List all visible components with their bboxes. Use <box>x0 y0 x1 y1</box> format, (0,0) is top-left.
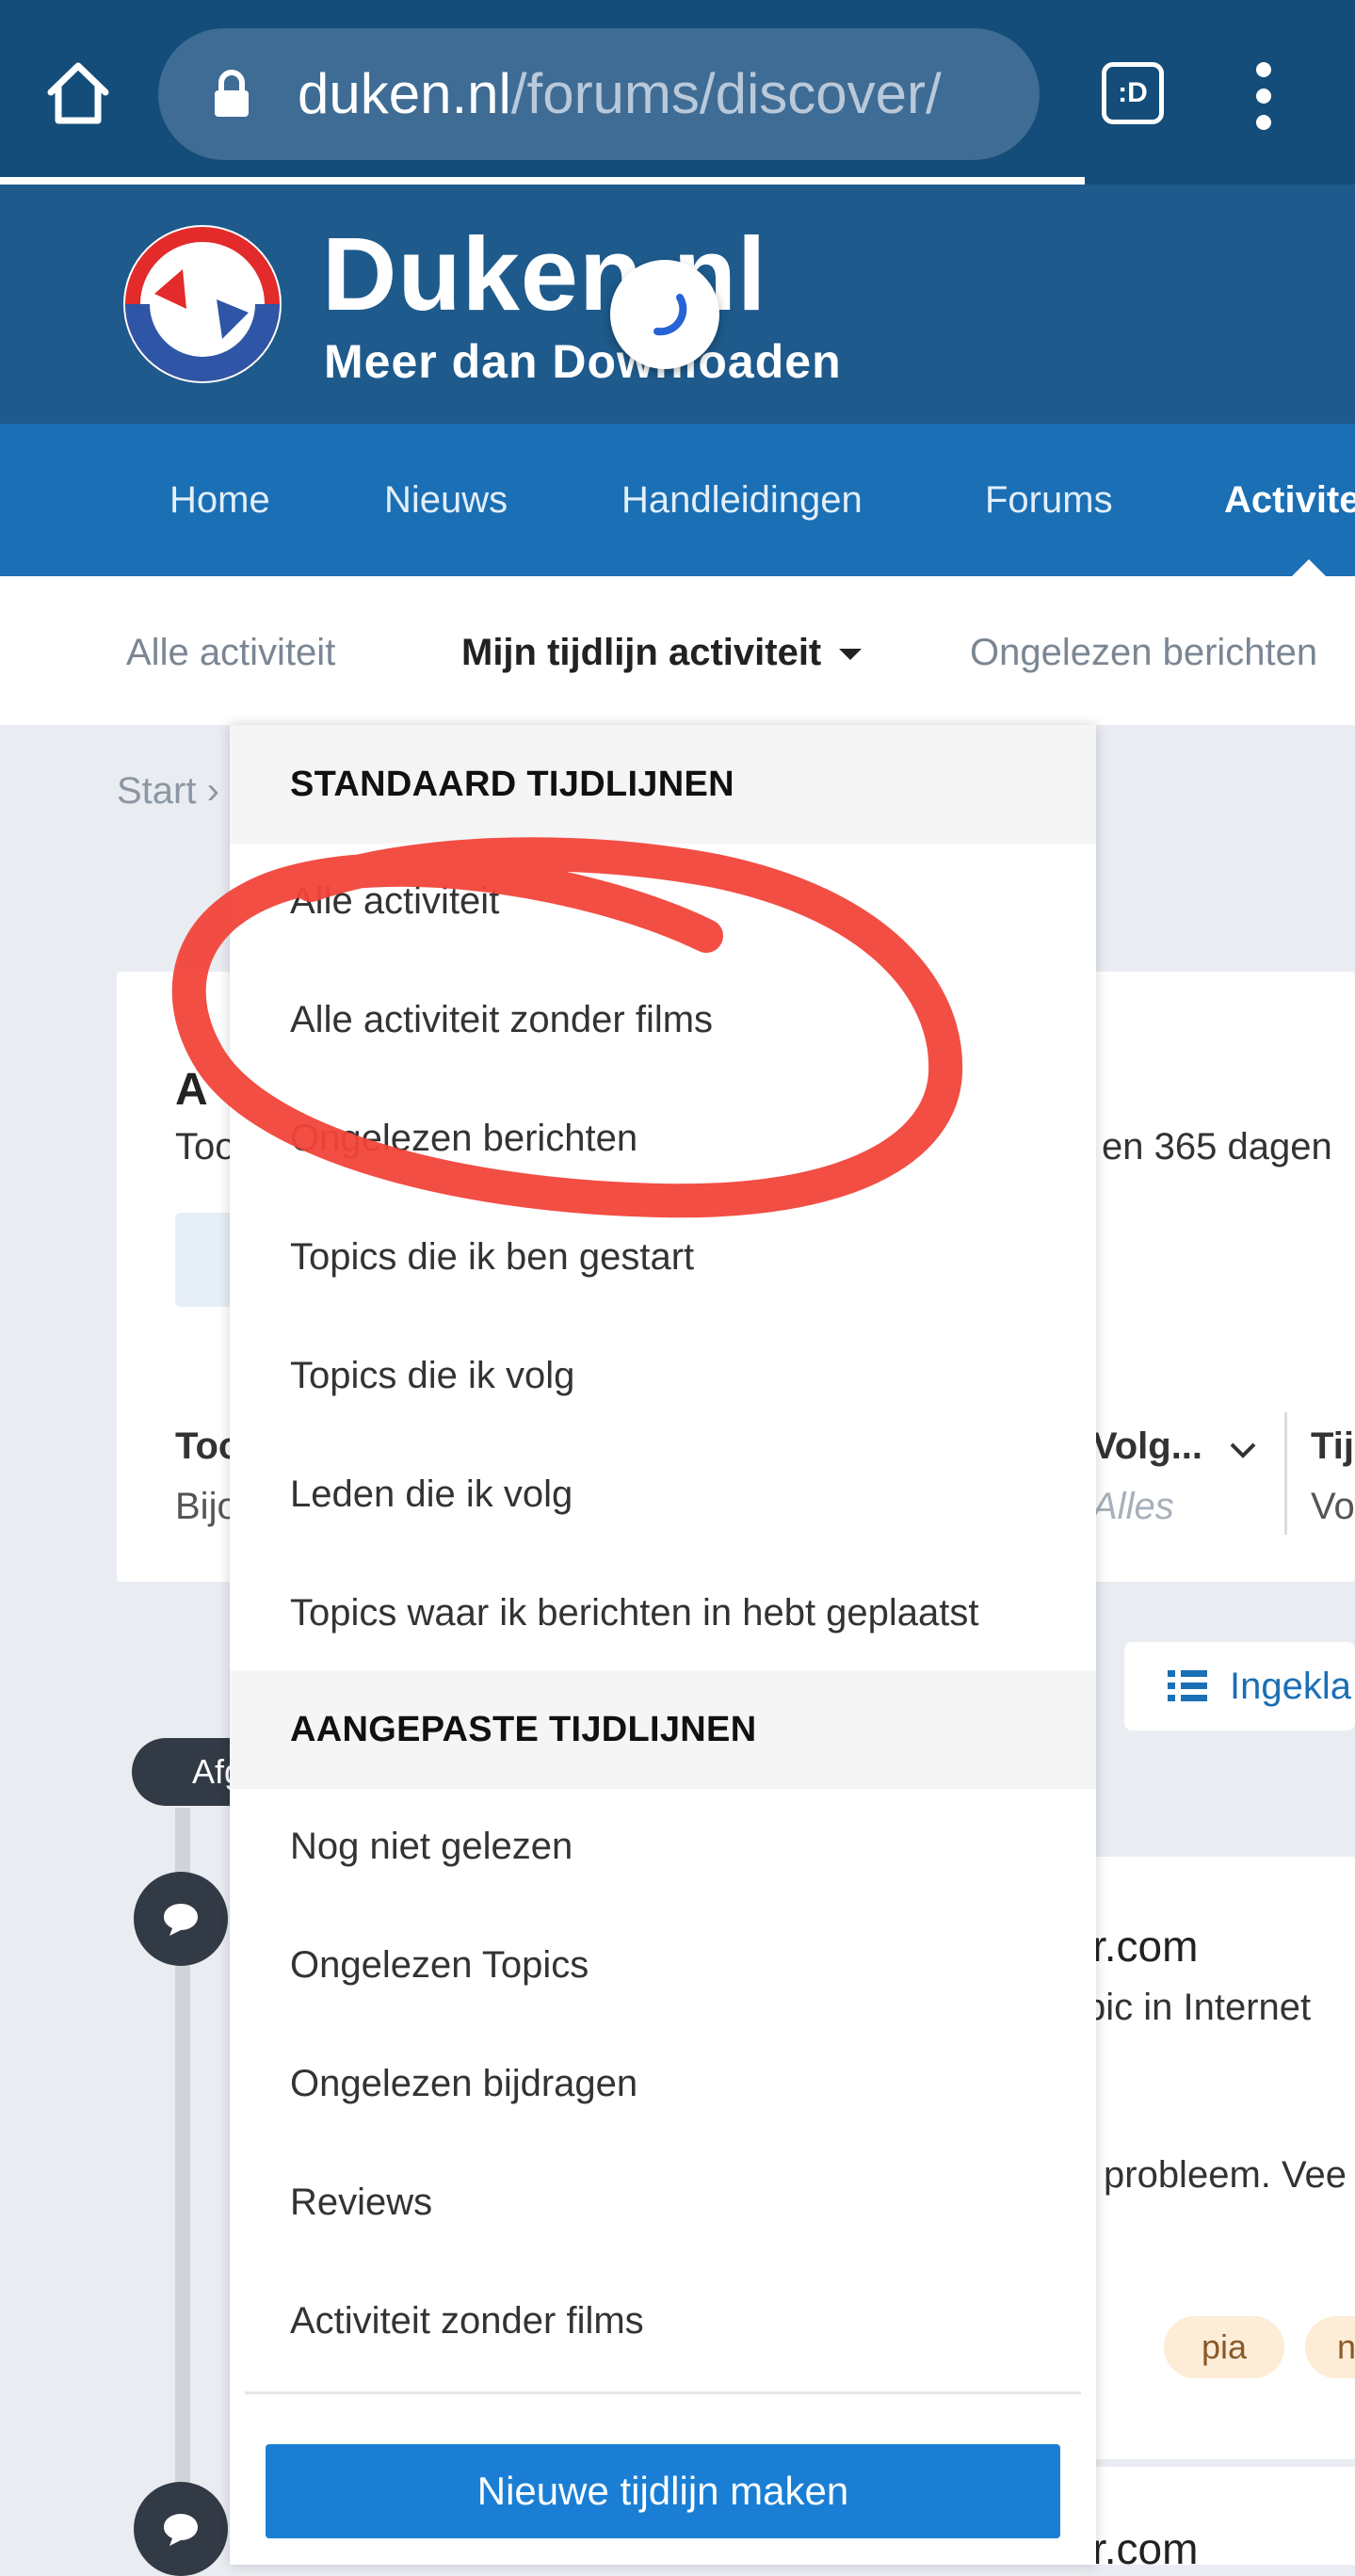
menu-item-ongelezen-topics[interactable]: Ongelezen Topics <box>290 1941 589 1988</box>
activity-item-excerpt: probleem. Vee <box>1104 2154 1347 2196</box>
tabs-icon[interactable]: :D <box>1102 62 1164 124</box>
breadcrumb[interactable]: Start › <box>117 770 219 813</box>
filter-follow-title[interactable]: Volg... <box>1092 1425 1202 1468</box>
menu-item-topics-geplaatst[interactable]: Topics waar ik berichten in hebt geplaat… <box>290 1589 979 1636</box>
stream-desc-right: en 365 dagen <box>1102 1126 1332 1167</box>
comment-bubble-icon <box>134 2482 228 2576</box>
menu-section-custom: AANGEPASTE TIJDLIJNEN <box>230 1670 1096 1789</box>
menu-item-alle-activiteit-zonder-films[interactable]: Alle activiteit zonder films <box>290 996 713 1043</box>
menu-item-topics-volg[interactable]: Topics die ik volg <box>290 1352 574 1399</box>
url-host: duken.nl <box>298 62 511 125</box>
subnav-mijn-tijdlijn[interactable]: Mijn tijdlijn activiteit <box>461 629 863 676</box>
subnav-ongelezen-berichten[interactable]: Ongelezen berichten <box>970 629 1317 676</box>
menu-divider <box>245 2391 1081 2394</box>
activity-subnav: Alle activiteit Mijn tijdlijn activiteit… <box>0 576 1355 725</box>
subnav-mijn-tijdlijn-label: Mijn tijdlijn activiteit <box>461 632 822 673</box>
loading-spinner <box>610 260 719 369</box>
stream-desc-fragment: Too <box>175 1126 236 1167</box>
url-path: /forums/discover/ <box>510 62 942 125</box>
menu-item-nog-niet-gelezen[interactable]: Nog niet gelezen <box>290 1823 573 1870</box>
list-icon <box>1168 1670 1207 1701</box>
comment-bubble-icon <box>134 1872 228 1966</box>
view-toggle-button[interactable]: Ingekla <box>1124 1642 1355 1731</box>
home-icon[interactable] <box>43 58 113 128</box>
page-load-progress <box>0 177 1085 185</box>
filter-time-title[interactable]: Tij <box>1311 1425 1354 1468</box>
nav-item-activiteit[interactable]: Activite <box>1224 476 1355 523</box>
spinner-icon <box>653 294 687 336</box>
view-toggle-label: Ingekla <box>1230 1666 1351 1707</box>
nav-item-forums[interactable]: Forums <box>985 476 1113 523</box>
filter-divider <box>1284 1412 1287 1535</box>
active-caret-icon <box>1292 559 1326 576</box>
filter-content-sub: Bijo <box>175 1486 238 1527</box>
nav-item-handleidingen[interactable]: Handleidingen <box>621 476 863 523</box>
tag-pill[interactable]: pia <box>1164 2316 1285 2378</box>
logo-icon[interactable] <box>117 218 288 390</box>
filter-follow-sub: Alles <box>1092 1486 1174 1527</box>
breadcrumb-start[interactable]: Start <box>117 770 196 812</box>
chevron-down-icon <box>1230 1442 1256 1458</box>
address-bar[interactable]: duken.nl/forums/discover/ <box>158 28 1040 160</box>
lock-icon <box>215 70 249 117</box>
nav-item-home[interactable]: Home <box>169 476 270 523</box>
menu-item-topics-gestart[interactable]: Topics die ik ben gestart <box>290 1233 694 1280</box>
menu-item-reviews[interactable]: Reviews <box>290 2179 432 2226</box>
stream-title-fragment: A <box>175 1065 208 1115</box>
menu-item-ongelezen-berichten[interactable]: Ongelezen berichten <box>290 1115 637 1162</box>
menu-section-standard: STANDAARD TIJDLIJNEN <box>230 725 1096 844</box>
menu-item-ongelezen-bijdragen[interactable]: Ongelezen bijdragen <box>290 2060 637 2107</box>
new-timeline-button[interactable]: Nieuwe tijdlijn maken <box>266 2444 1060 2538</box>
menu-item-activiteit-zonder-films[interactable]: Activiteit zonder films <box>290 2297 644 2344</box>
activity-item-meta: pic in Internet <box>1085 1987 1312 2028</box>
filter-time-sub: Vo <box>1311 1486 1355 1527</box>
browser-toolbar: duken.nl/forums/discover/ :D <box>0 0 1355 185</box>
url-text: duken.nl/forums/discover/ <box>298 60 1013 128</box>
logo-subtitle: Meer dan Downloaden <box>324 335 842 388</box>
menu-item-leden-volg[interactable]: Leden die ik volg <box>290 1471 573 1518</box>
menu-item-alle-activiteit[interactable]: Alle activiteit <box>290 877 499 925</box>
activity-item-title[interactable]: r.com <box>1092 2523 1198 2574</box>
nav-item-nieuws[interactable]: Nieuws <box>384 476 508 523</box>
menu-pointer <box>646 706 687 727</box>
more-vert-icon[interactable] <box>1245 62 1282 130</box>
subnav-alle-activiteit[interactable]: Alle activiteit <box>126 629 335 676</box>
timeline-dropdown-menu: STANDAARD TIJDLIJNEN Alle activiteit All… <box>230 725 1096 2565</box>
activity-item-title[interactable]: r.com <box>1092 1921 1198 1972</box>
main-nav: Home Nieuws Handleidingen Forums Activit… <box>0 424 1355 576</box>
caret-down-icon <box>839 649 863 661</box>
